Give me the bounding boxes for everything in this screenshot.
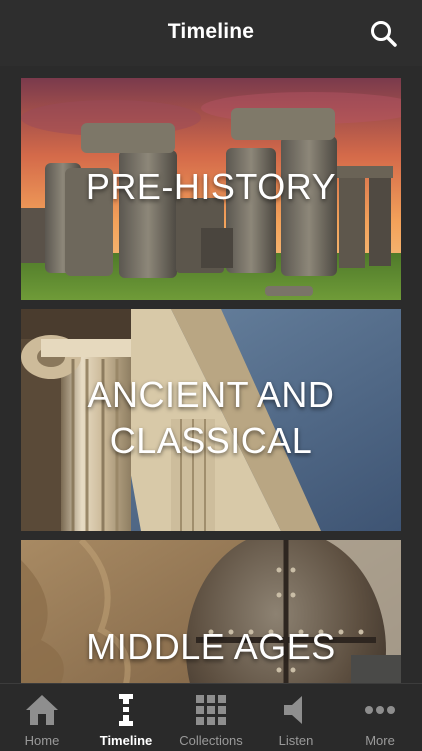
search-icon [371,21,397,47]
page-title: Timeline [167,20,255,43]
tab-listen[interactable]: Listen [254,684,338,751]
timeline-list[interactable]: PRE-HISTORY ANCIENT AND CLASSICAL MIDDLE… [0,66,422,683]
tab-label: Collections [179,733,243,748]
timeline-card-middle-ages[interactable]: MIDDLE AGES [21,540,401,683]
card-title-line-2: CLASSICAL [109,420,313,461]
card-title: PRE-HISTORY [85,166,337,207]
speaker-icon [284,696,302,724]
tab-home[interactable]: Home [0,684,84,751]
home-icon [26,695,58,725]
timeline-card-pre-history[interactable]: PRE-HISTORY [21,78,401,300]
grid-icon [196,695,226,725]
tab-timeline[interactable]: Timeline [84,684,168,751]
tab-label: Home [24,733,60,748]
card-title: MIDDLE AGES [86,626,336,667]
tab-label: More [365,733,395,748]
card-title: ANCIENT AND CLASSICAL [21,372,401,464]
timeline-card-ancient-and-classical[interactable]: ANCIENT AND CLASSICAL [21,309,401,531]
tab-label: Timeline [99,733,153,748]
tab-collections[interactable]: Collections [168,684,254,751]
top-navigation-bar: Timeline [0,0,422,67]
more-icon [365,706,395,714]
search-button[interactable] [368,18,400,50]
tab-label: Listen [278,733,314,748]
tab-more[interactable]: More [338,684,422,751]
timeline-icon [119,694,133,726]
tab-bar: Home Timeline Collections Listen More [0,683,422,751]
card-title-line-1: ANCIENT AND [87,374,335,415]
